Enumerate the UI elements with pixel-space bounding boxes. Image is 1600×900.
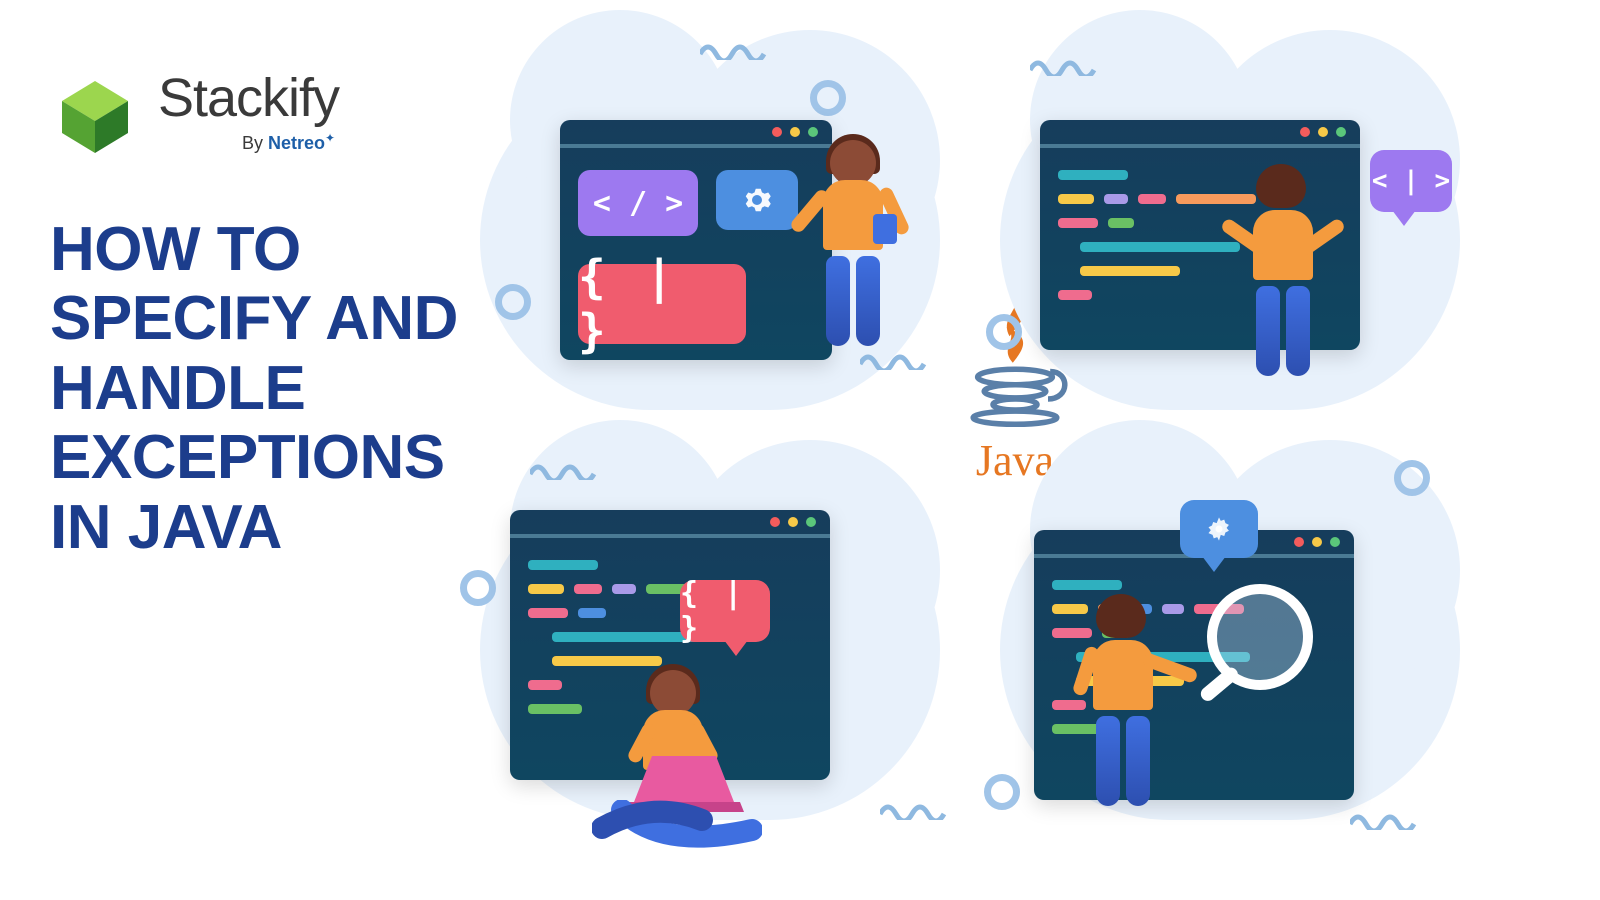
braces-speech-bubble: { | } [680,580,770,642]
braces-pill: { | } [578,264,746,344]
code-tag-pill: < / > [578,170,698,236]
gear-pill [716,170,798,230]
brand-byline: By Netreo✦ [158,131,339,154]
illustration-code-tags: < / > { | } [480,20,950,420]
code-speech-bubble: < | > [1370,150,1452,212]
magnifier-icon [1190,575,1340,725]
illustration-inspect-code [1000,430,1460,850]
stackify-logo-icon [50,65,140,155]
gear-speech-bubble [1180,500,1258,558]
illustration-editing-code: < | > [1000,20,1460,420]
page-title: HOW TO SPECIFY AND HANDLE EXCEPTIONS IN … [50,215,480,562]
illustration-laptop-coding: { | } [480,430,950,850]
brand-logo: Stackify By Netreo✦ [50,65,339,155]
brand-name: Stackify [158,67,339,129]
